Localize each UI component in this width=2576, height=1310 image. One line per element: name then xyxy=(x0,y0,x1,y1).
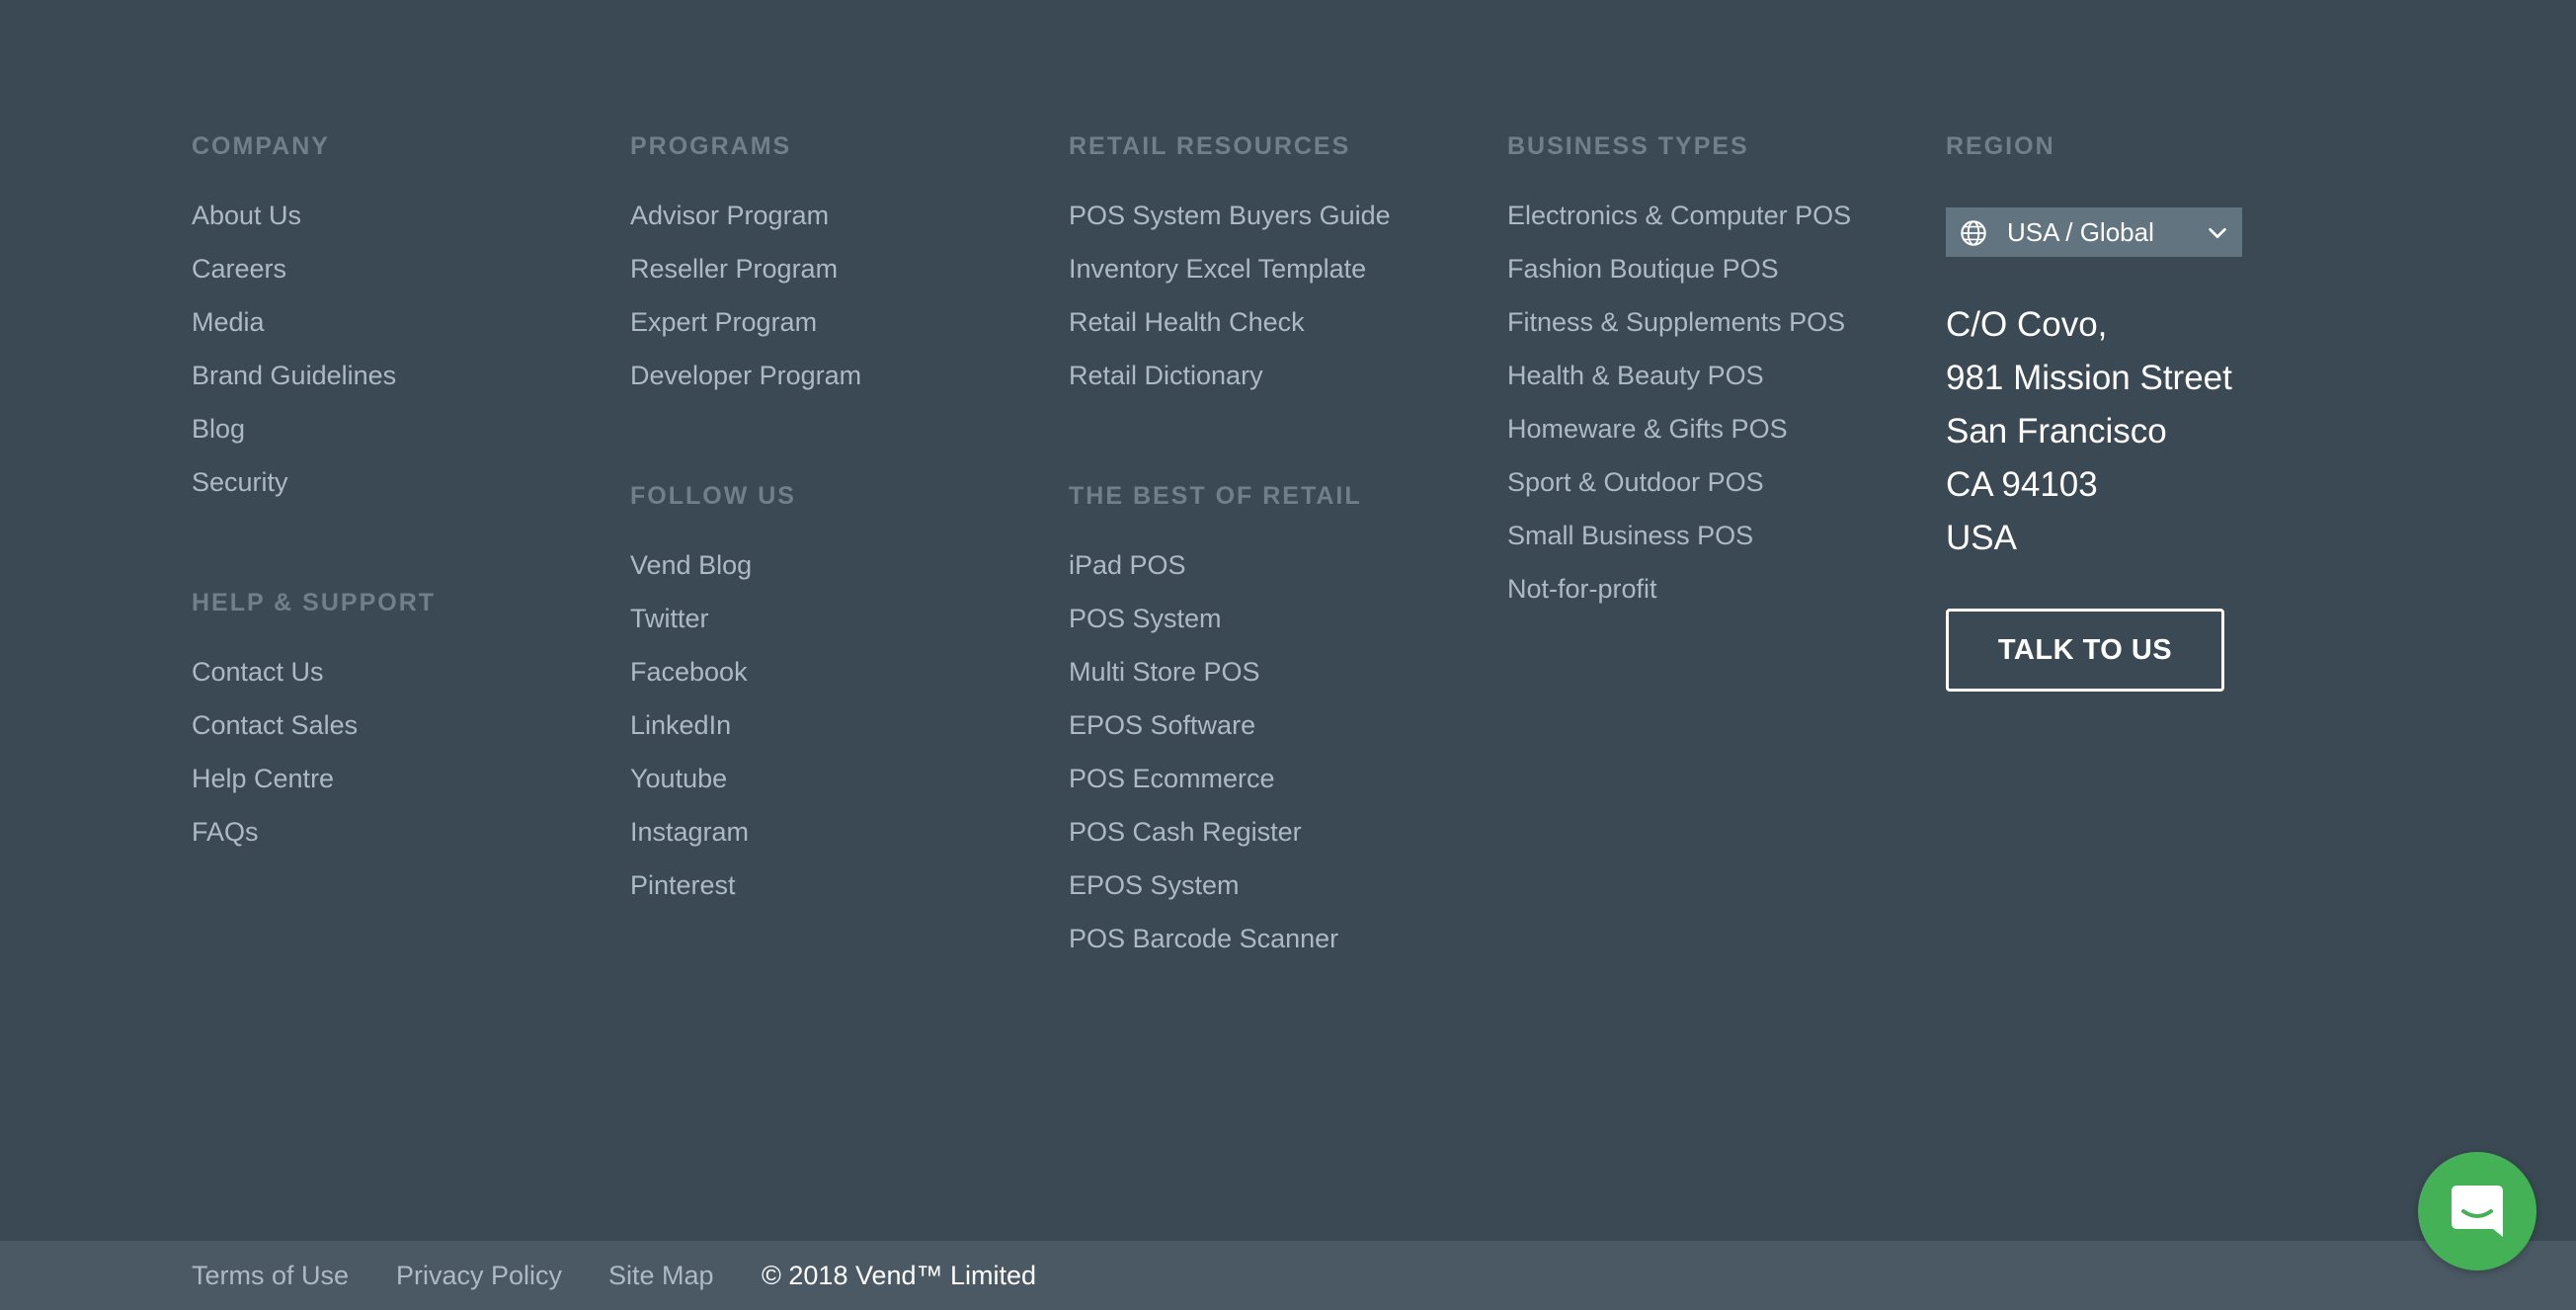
link-developer-program[interactable]: Developer Program xyxy=(630,361,861,390)
talk-to-us-button[interactable]: TALK TO US xyxy=(1946,609,2224,692)
link-fashion-boutique-pos[interactable]: Fashion Boutique POS xyxy=(1507,254,1779,284)
link-expert-program[interactable]: Expert Program xyxy=(630,307,817,337)
chat-bubble-icon xyxy=(2452,1186,2503,1237)
address-line: C/O Covo, xyxy=(1946,305,2108,344)
link-homeware-gifts-pos[interactable]: Homeware & Gifts POS xyxy=(1507,414,1788,444)
help-support-heading: HELP & SUPPORT xyxy=(192,589,437,616)
link-media[interactable]: Media xyxy=(192,307,265,337)
link-site-map[interactable]: Site Map xyxy=(608,1241,714,1310)
link-linkedin[interactable]: LinkedIn xyxy=(630,710,731,740)
address-line: San Francisco xyxy=(1946,412,2167,450)
link-brand-guidelines[interactable]: Brand Guidelines xyxy=(192,361,396,390)
link-faqs[interactable]: FAQs xyxy=(192,817,259,847)
chevron-down-icon xyxy=(2209,227,2226,239)
link-blog[interactable]: Blog xyxy=(192,414,245,444)
link-help-centre[interactable]: Help Centre xyxy=(192,764,334,793)
footer-column-programs: PROGRAMS Advisor Program Reseller Progra… xyxy=(630,128,861,921)
globe-icon xyxy=(1961,220,1986,246)
link-retail-dictionary[interactable]: Retail Dictionary xyxy=(1069,361,1263,390)
office-address: C/O Covo, 981 Mission Street San Francis… xyxy=(1946,298,2242,565)
link-privacy-policy[interactable]: Privacy Policy xyxy=(396,1241,562,1310)
region-heading: REGION xyxy=(1946,132,2055,160)
link-security[interactable]: Security xyxy=(192,467,288,497)
link-sport-outdoor-pos[interactable]: Sport & Outdoor POS xyxy=(1507,467,1764,497)
footer-column-business-types: BUSINESS TYPES Electronics & Computer PO… xyxy=(1507,128,1851,624)
link-about-us[interactable]: About Us xyxy=(192,201,301,230)
best-of-retail-heading: THE BEST OF RETAIL xyxy=(1069,482,1362,510)
business-types-links: Electronics & Computer POS Fashion Bouti… xyxy=(1507,198,1851,624)
link-pos-barcode-scanner[interactable]: POS Barcode Scanner xyxy=(1069,924,1338,953)
footer-column-company: COMPANY About Us Careers Media Brand Gui… xyxy=(192,128,436,867)
link-vend-blog[interactable]: Vend Blog xyxy=(630,550,752,580)
follow-us-links: Vend Blog Twitter Facebook LinkedIn Yout… xyxy=(630,547,861,921)
retail-resources-links: POS System Buyers Guide Inventory Excel … xyxy=(1069,198,1391,411)
link-ipad-pos[interactable]: iPad POS xyxy=(1069,550,1186,580)
link-inventory-excel-template[interactable]: Inventory Excel Template xyxy=(1069,254,1366,284)
link-contact-us[interactable]: Contact Us xyxy=(192,657,324,687)
link-pos-ecommerce[interactable]: POS Ecommerce xyxy=(1069,764,1275,793)
link-pos-buyers-guide[interactable]: POS System Buyers Guide xyxy=(1069,201,1391,230)
copyright-text: © 2018 Vend™ Limited xyxy=(762,1261,1037,1290)
link-advisor-program[interactable]: Advisor Program xyxy=(630,201,829,230)
footer-column-retail-resources: RETAIL RESOURCES POS System Buyers Guide… xyxy=(1069,128,1391,974)
link-terms-of-use[interactable]: Terms of Use xyxy=(192,1241,349,1310)
retail-resources-heading: RETAIL RESOURCES xyxy=(1069,132,1351,160)
footer-column-region: REGION USA / Global C/O Covo, 981 Missio… xyxy=(1946,128,2242,692)
follow-us-heading: FOLLOW US xyxy=(630,482,796,510)
address-line: 981 Mission Street xyxy=(1946,359,2232,397)
link-not-for-profit[interactable]: Not-for-profit xyxy=(1507,574,1657,604)
programs-links: Advisor Program Reseller Program Expert … xyxy=(630,198,861,411)
address-line: CA 94103 xyxy=(1946,465,2098,504)
best-of-retail-links: iPad POS POS System Multi Store POS EPOS… xyxy=(1069,547,1391,974)
link-pos-cash-register[interactable]: POS Cash Register xyxy=(1069,817,1302,847)
link-instagram[interactable]: Instagram xyxy=(630,817,749,847)
address-line: USA xyxy=(1946,519,2017,557)
link-retail-health-check[interactable]: Retail Health Check xyxy=(1069,307,1305,337)
business-types-heading: BUSINESS TYPES xyxy=(1507,132,1749,160)
footer: COMPANY About Us Careers Media Brand Gui… xyxy=(0,0,2576,1241)
region-select[interactable]: USA / Global xyxy=(1946,207,2242,257)
link-careers[interactable]: Careers xyxy=(192,254,286,284)
link-reseller-program[interactable]: Reseller Program xyxy=(630,254,838,284)
programs-heading: PROGRAMS xyxy=(630,132,792,160)
link-facebook[interactable]: Facebook xyxy=(630,657,748,687)
link-twitter[interactable]: Twitter xyxy=(630,604,709,633)
region-select-value: USA / Global xyxy=(2007,217,2154,247)
link-epos-system[interactable]: EPOS System xyxy=(1069,870,1240,900)
company-links: About Us Careers Media Brand Guidelines … xyxy=(192,198,436,518)
link-multi-store-pos[interactable]: Multi Store POS xyxy=(1069,657,1260,687)
link-youtube[interactable]: Youtube xyxy=(630,764,727,793)
help-support-links: Contact Us Contact Sales Help Centre FAQ… xyxy=(192,654,436,867)
link-epos-software[interactable]: EPOS Software xyxy=(1069,710,1255,740)
link-pos-system[interactable]: POS System xyxy=(1069,604,1222,633)
link-small-business-pos[interactable]: Small Business POS xyxy=(1507,521,1753,550)
link-fitness-supplements-pos[interactable]: Fitness & Supplements POS xyxy=(1507,307,1845,337)
link-health-beauty-pos[interactable]: Health & Beauty POS xyxy=(1507,361,1764,390)
footer-bottom-bar: Terms of Use Privacy Policy Site Map © 2… xyxy=(0,1241,2576,1310)
link-pinterest[interactable]: Pinterest xyxy=(630,870,736,900)
link-electronics-pos[interactable]: Electronics & Computer POS xyxy=(1507,201,1851,230)
company-heading: COMPANY xyxy=(192,132,330,160)
chat-launcher-button[interactable] xyxy=(2418,1152,2536,1270)
link-contact-sales[interactable]: Contact Sales xyxy=(192,710,358,740)
